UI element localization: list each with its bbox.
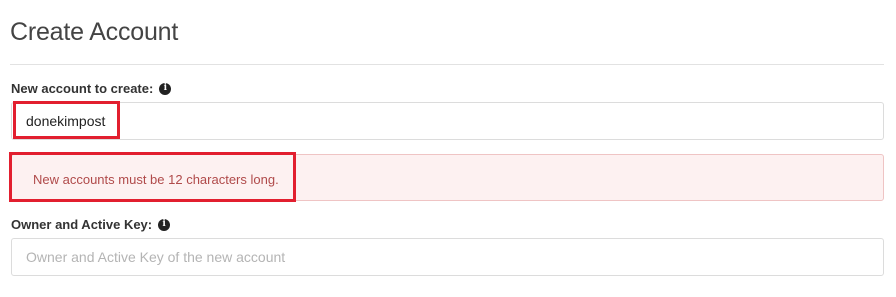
new-account-input[interactable] (11, 102, 884, 140)
new-account-label: New account to create: i (11, 81, 172, 96)
info-icon[interactable]: i (159, 82, 172, 95)
create-account-page: Create Account New account to create: i … (0, 0, 896, 297)
error-message: New accounts must be 12 characters long. (33, 172, 279, 187)
owner-key-label: Owner and Active Key: i (11, 217, 171, 232)
error-alert: New accounts must be 12 characters long. (11, 154, 884, 201)
owner-key-input[interactable] (11, 238, 884, 276)
owner-key-label-text: Owner and Active Key: (11, 217, 153, 232)
page-title: Create Account (10, 18, 179, 46)
new-account-label-text: New account to create: (11, 81, 154, 96)
title-divider (10, 64, 884, 65)
info-icon[interactable]: i (158, 218, 171, 231)
